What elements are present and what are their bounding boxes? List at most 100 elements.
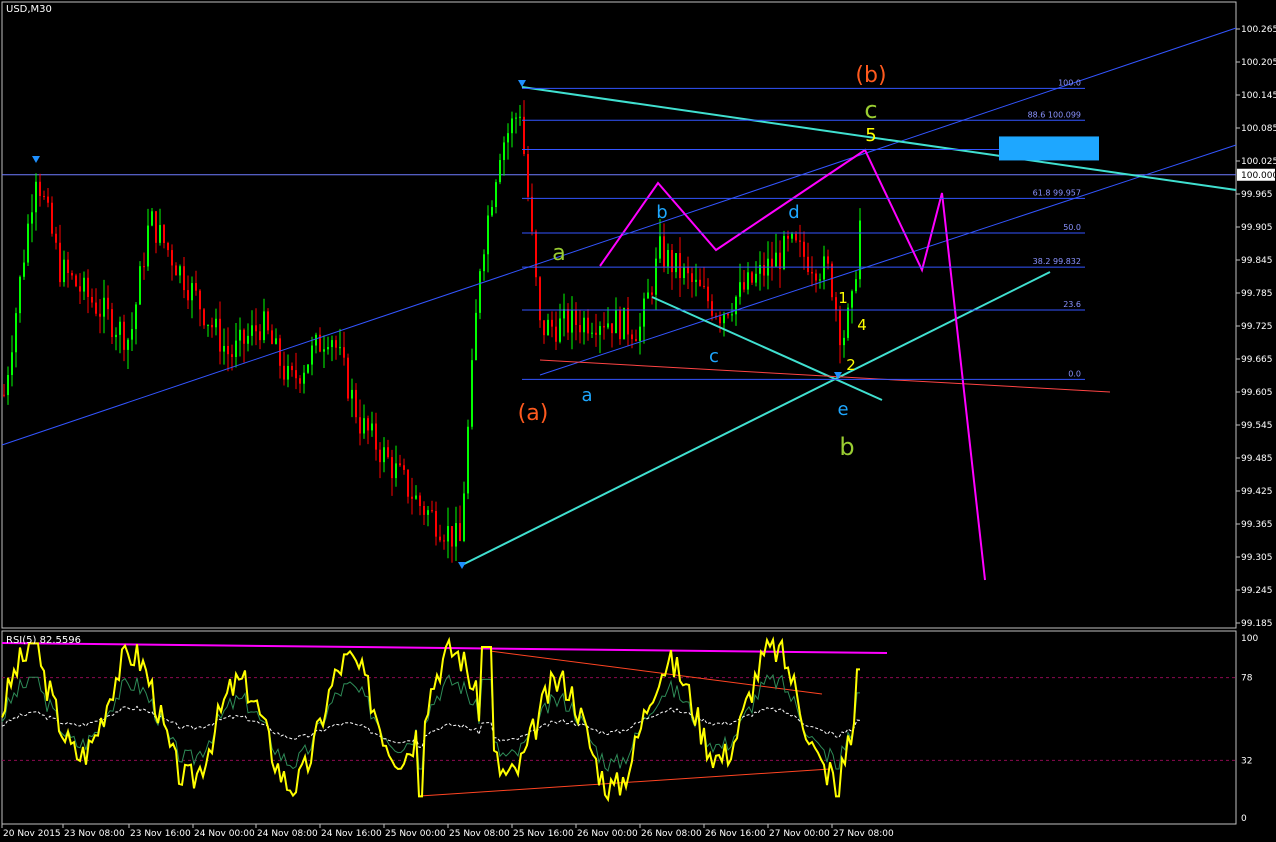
candle-body: [699, 279, 701, 286]
candle-body: [651, 292, 653, 295]
candle-body: [587, 317, 589, 334]
candle-body: [511, 118, 513, 134]
candle-body: [775, 252, 777, 267]
candle-body: [823, 256, 825, 280]
candle-body: [771, 258, 773, 267]
candle-body: [839, 310, 841, 346]
candle-body: [647, 292, 649, 299]
x-tick-label: 24 Nov 16:00: [321, 829, 382, 839]
candle-body: [167, 243, 169, 251]
candle-body: [559, 318, 561, 342]
wave-label: (b): [855, 63, 886, 88]
candle-body: [523, 116, 525, 155]
candle-body: [491, 207, 493, 216]
candle-body: [115, 334, 117, 338]
y-tick-label: 100.145: [1241, 91, 1276, 101]
candle-body: [623, 307, 625, 340]
candle-body: [419, 495, 421, 506]
symbol-title: USD,M30: [6, 4, 52, 15]
rsi-tick-label: 0: [1241, 814, 1247, 824]
chart-canvas[interactable]: 100.088.6 100.09978.6 100.04661.8 99.957…: [0, 0, 1276, 842]
candle-body: [83, 277, 85, 292]
candle-body: [803, 241, 805, 257]
candle-body: [367, 418, 369, 431]
x-tick-label: 24 Nov 00:00: [194, 829, 255, 839]
rsi-average-line: [1, 705, 861, 748]
candle-body: [243, 329, 245, 344]
candle-body: [755, 273, 757, 283]
candle-body: [283, 365, 285, 380]
candle-body: [599, 326, 601, 335]
candle-body: [519, 116, 521, 118]
candle-body: [207, 324, 209, 326]
candle-body: [291, 365, 293, 371]
candle-body: [807, 256, 809, 272]
y-tick-label: 99.425: [1241, 487, 1273, 497]
candle-body: [327, 347, 329, 350]
candle-body: [19, 276, 21, 314]
candle-body: [99, 313, 101, 317]
candle-body: [411, 496, 413, 499]
candle-body: [859, 220, 861, 280]
x-tick-label: 26 Nov 16:00: [705, 829, 766, 839]
candle-body: [683, 267, 685, 279]
candle-body: [543, 320, 545, 336]
fib-level-label: 0.0: [1068, 369, 1081, 378]
candle-body: [595, 332, 597, 335]
y-tick-label: 99.245: [1241, 586, 1273, 596]
candle-body: [295, 370, 297, 379]
candle-body: [727, 313, 729, 316]
candle-body: [479, 271, 481, 313]
wave-label: 4: [857, 316, 867, 334]
candle-body: [143, 266, 145, 268]
candle-body: [7, 375, 9, 396]
candle-body: [463, 493, 465, 541]
candle-body: [259, 331, 261, 341]
y-tick-label: 99.605: [1241, 388, 1273, 398]
candle-body: [307, 364, 309, 373]
candle-body: [275, 338, 277, 344]
candle-body: [119, 321, 121, 335]
candle-body: [255, 325, 257, 332]
wave-label: c: [864, 96, 877, 124]
candle-body: [403, 465, 405, 470]
candle-body: [659, 236, 661, 259]
candle-body: [435, 510, 437, 537]
candle-body: [527, 154, 529, 197]
x-tick-label: 23 Nov 16:00: [130, 829, 191, 839]
candle-body: [507, 133, 509, 143]
candle-body: [639, 326, 641, 342]
candle-body: [239, 329, 241, 341]
candle-body: [247, 335, 249, 344]
candle-body: [439, 536, 441, 541]
candle-body: [203, 309, 205, 326]
candle-body: [375, 423, 377, 450]
candle-body: [95, 302, 97, 314]
candle-body: [847, 307, 849, 338]
candle-body: [779, 252, 781, 270]
candle-body: [331, 340, 333, 348]
candle-body: [627, 307, 629, 335]
rsi-tick-label: 100: [1241, 634, 1258, 644]
arrow-down-icon: [458, 562, 466, 569]
candle-body: [415, 495, 417, 499]
y-tick-label: 99.845: [1241, 256, 1273, 266]
candle-body: [387, 447, 389, 458]
candle-body: [591, 332, 593, 334]
wave-label: 2: [846, 356, 856, 374]
candle-body: [711, 301, 713, 316]
candle-body: [235, 340, 237, 357]
candle-body: [191, 283, 193, 301]
candle-body: [535, 231, 537, 278]
candle-body: [455, 523, 457, 547]
candle-body: [151, 211, 153, 226]
candle-body: [55, 233, 57, 243]
candle-body: [607, 323, 609, 328]
candle-body: [343, 347, 345, 358]
candle-body: [495, 182, 497, 208]
candle-body: [815, 273, 817, 281]
candle-body: [355, 389, 357, 418]
candle-body: [795, 233, 797, 241]
y-tick-label: 99.545: [1241, 421, 1273, 431]
candle-body: [631, 334, 633, 340]
